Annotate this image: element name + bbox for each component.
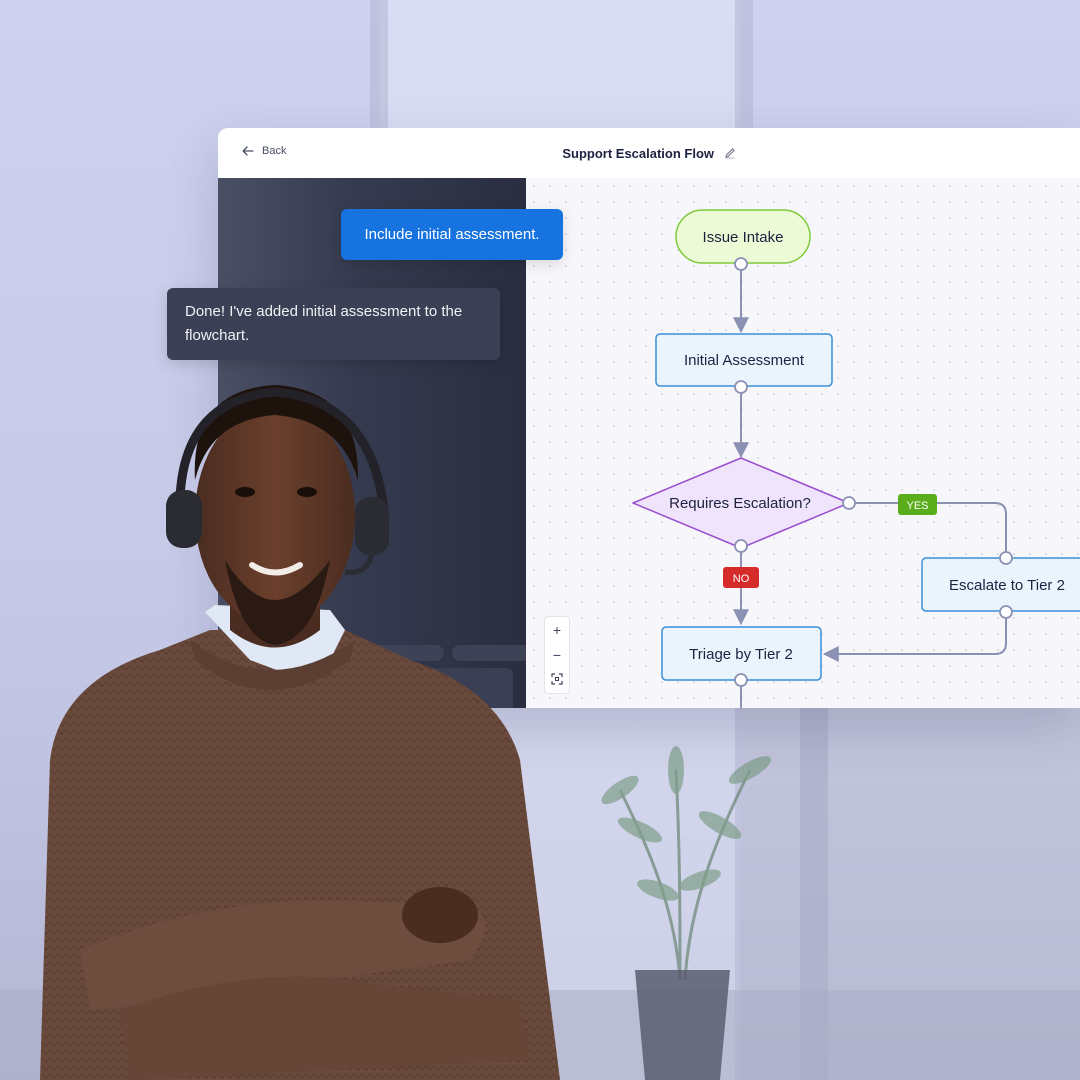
page-title: Support Escalation Flow	[218, 146, 1080, 161]
zoom-out-button[interactable]: −	[553, 648, 561, 662]
user-message-bubble: Include initial assessment.	[341, 209, 563, 260]
suggestion-chip[interactable]	[336, 645, 444, 661]
edit-pencil-icon[interactable]	[724, 147, 736, 159]
flow-title[interactable]: Support Escalation Flow	[562, 146, 714, 161]
plant-image	[601, 746, 772, 1080]
chat-input[interactable]: rt	[328, 668, 513, 708]
flowchart-canvas[interactable]: + −	[526, 178, 1080, 708]
fit-view-button[interactable]	[551, 673, 563, 687]
top-bar: Back Support Escalation Flow	[218, 128, 1080, 179]
zoom-controls: + −	[544, 616, 570, 694]
zoom-in-button[interactable]: +	[553, 623, 561, 637]
suggestion-chip[interactable]	[452, 645, 532, 661]
assistant-message-bubble: Done! I've added initial assessment to t…	[167, 288, 500, 360]
fit-view-icon	[551, 673, 563, 685]
chat-input-placeholder: rt	[340, 680, 347, 691]
floor	[0, 990, 1080, 1080]
